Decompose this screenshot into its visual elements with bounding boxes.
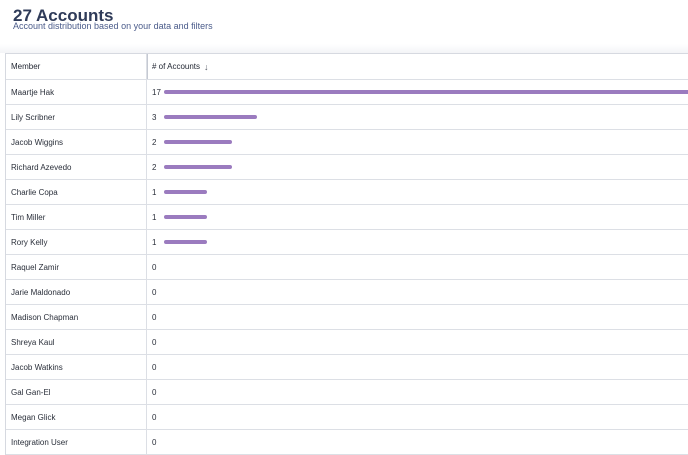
table-body: Maartje Hak 17 Lily Scribner 3 Jacob Wiggins… [6, 80, 688, 455]
account-count: 0 [152, 312, 157, 322]
account-count: 0 [152, 287, 157, 297]
table-row[interactable]: Richard Azevedo 2 [6, 155, 688, 180]
table-row[interactable]: Lily Scribner 3 [6, 105, 688, 130]
account-count-cell: 2 [148, 130, 688, 154]
table-row[interactable]: Integration User 0 [6, 430, 688, 455]
table-row[interactable]: Raquel Zamir 0 [6, 255, 688, 280]
account-count: 3 [152, 112, 157, 122]
table-row[interactable]: Jacob Watkins 0 [6, 355, 688, 380]
member-name: Gal Gan-El [6, 380, 147, 404]
column-header-member[interactable]: Member [6, 54, 147, 79]
page-header: 27 Accounts Account distribution based o… [0, 0, 688, 44]
account-count: 0 [152, 412, 157, 422]
table-row[interactable]: Tim Miller 1 [6, 205, 688, 230]
account-count-cell: 1 [148, 205, 688, 229]
account-count-cell: 0 [148, 305, 688, 329]
account-count-bar [164, 90, 688, 94]
account-count-cell: 0 [148, 255, 688, 279]
member-name: Integration User [6, 430, 147, 454]
account-count-cell: 0 [148, 405, 688, 429]
header-divider [0, 44, 688, 53]
account-count: 17 [152, 87, 161, 97]
account-count: 1 [152, 187, 157, 197]
member-name: Maartje Hak [6, 80, 147, 104]
member-name: Lily Scribner [6, 105, 147, 129]
account-count-cell: 2 [148, 155, 688, 179]
table-row[interactable]: Shreya Kaul 0 [6, 330, 688, 355]
account-count: 2 [152, 137, 157, 147]
account-count-cell: 0 [148, 280, 688, 304]
account-count-cell: 0 [148, 380, 688, 404]
member-name: Jacob Watkins [6, 355, 147, 379]
account-count-cell: 17 [148, 80, 688, 104]
member-name: Jarie Maldonado [6, 280, 147, 304]
table-row[interactable]: Gal Gan-El 0 [6, 380, 688, 405]
member-name: Richard Azevedo [6, 155, 147, 179]
member-name: Madison Chapman [6, 305, 147, 329]
account-count-bar [164, 115, 257, 119]
account-count: 1 [152, 212, 157, 222]
account-count-bar [164, 165, 232, 169]
member-name: Charlie Copa [6, 180, 147, 204]
account-count: 0 [152, 262, 157, 272]
table-row[interactable]: Jarie Maldonado 0 [6, 280, 688, 305]
table-row[interactable]: Maartje Hak 17 [6, 80, 688, 105]
account-count-cell: 0 [148, 430, 688, 454]
column-header-accounts-label: # of Accounts [152, 62, 201, 71]
account-count: 2 [152, 162, 157, 172]
account-count-bar [164, 240, 207, 244]
account-count-cell: 0 [148, 330, 688, 354]
member-name: Shreya Kaul [6, 330, 147, 354]
table-row[interactable]: Megan Glick 0 [6, 405, 688, 430]
table-row[interactable]: Jacob Wiggins 2 [6, 130, 688, 155]
account-count-cell: 0 [148, 355, 688, 379]
member-name: Raquel Zamir [6, 255, 147, 279]
account-count: 0 [152, 362, 157, 372]
member-name: Megan Glick [6, 405, 147, 429]
table-header-row: Member # of Accounts ↓ [6, 54, 688, 80]
account-count-bar [164, 140, 232, 144]
accounts-table: Member # of Accounts ↓ Maartje Hak 17 Lily… [5, 53, 688, 455]
member-name: Jacob Wiggins [6, 130, 147, 154]
account-count-bar [164, 190, 207, 194]
column-header-accounts[interactable]: # of Accounts ↓ [147, 54, 688, 79]
account-count: 0 [152, 337, 157, 347]
page-subtitle: Account distribution based on your data … [13, 21, 213, 31]
account-count: 1 [152, 237, 157, 247]
account-count-cell: 1 [148, 230, 688, 254]
table-row[interactable]: Charlie Copa 1 [6, 180, 688, 205]
member-name: Tim Miller [6, 205, 147, 229]
table-row[interactable]: Madison Chapman 0 [6, 305, 688, 330]
member-name: Rory Kelly [6, 230, 147, 254]
account-count-cell: 3 [148, 105, 688, 129]
table-row[interactable]: Rory Kelly 1 [6, 230, 688, 255]
account-count-bar [164, 215, 207, 219]
account-count-cell: 1 [148, 180, 688, 204]
arrow-down-icon[interactable]: ↓ [204, 62, 209, 72]
account-count: 0 [152, 387, 157, 397]
